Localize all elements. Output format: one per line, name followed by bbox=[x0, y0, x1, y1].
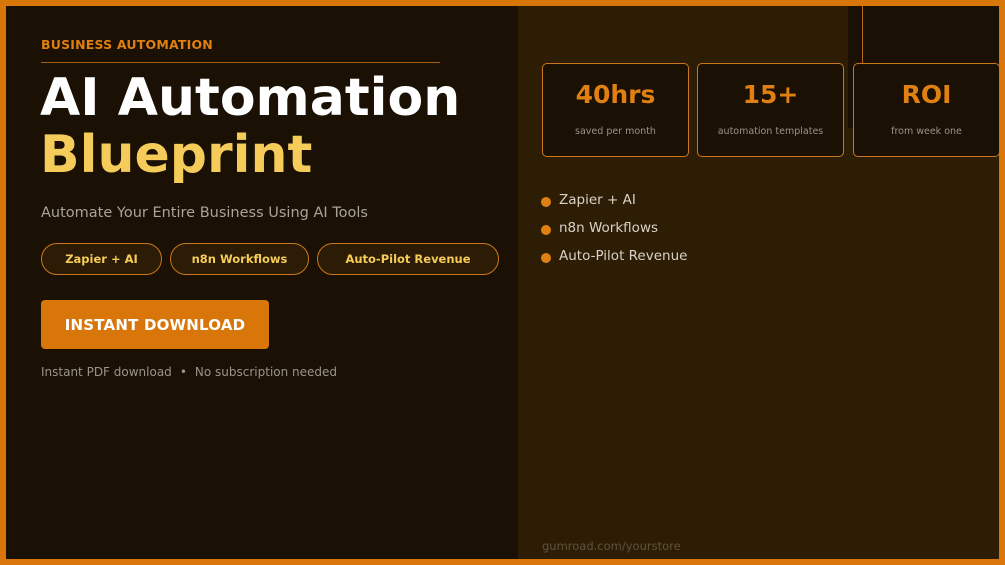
feature-item: n8n Workflows bbox=[541, 214, 687, 242]
note-separator: • bbox=[179, 365, 187, 379]
details-panel: 40hrs saved per month 15+ automation tem… bbox=[518, 6, 999, 559]
stat-label: from week one bbox=[891, 126, 962, 137]
stat-label: saved per month bbox=[575, 126, 656, 137]
stat-card-roi: ROI from week one bbox=[853, 63, 999, 157]
feature-item: Zapier + AI bbox=[541, 186, 687, 214]
feature-text: Zapier + AI bbox=[559, 192, 636, 208]
tag-pill-n8n: n8n Workflows bbox=[170, 243, 309, 275]
feature-list: Zapier + AI n8n Workflows Auto-Pilot Rev… bbox=[541, 186, 687, 270]
title-line-1: AI Automation bbox=[40, 68, 461, 128]
title-line-2: Blueprint bbox=[40, 125, 313, 185]
tag-pill-zapier: Zapier + AI bbox=[41, 243, 162, 275]
bullet-dot-icon bbox=[541, 196, 551, 207]
bullet-dot-icon bbox=[541, 224, 551, 235]
feature-text: Auto-Pilot Revenue bbox=[559, 248, 688, 264]
stat-card-hours: 40hrs saved per month bbox=[542, 63, 689, 157]
feature-item: Auto-Pilot Revenue bbox=[541, 242, 687, 270]
hero-panel: BUSINESS AUTOMATION AI Automation Bluepr… bbox=[6, 6, 518, 559]
note-pdf: Instant PDF download bbox=[41, 365, 172, 379]
decorative-box bbox=[862, 6, 999, 66]
divider bbox=[41, 62, 440, 63]
stat-value: 15+ bbox=[742, 80, 799, 109]
bullet-dot-icon bbox=[541, 252, 551, 263]
stat-value: ROI bbox=[901, 80, 952, 109]
stat-label: automation templates bbox=[717, 126, 824, 137]
store-url: gumroad.com/yourstore bbox=[542, 539, 681, 553]
note-subscription: No subscription needed bbox=[194, 365, 338, 379]
subtitle: Automate Your Entire Business Using AI T… bbox=[41, 205, 368, 221]
feature-text: n8n Workflows bbox=[559, 220, 659, 236]
product-card: BUSINESS AUTOMATION AI Automation Bluepr… bbox=[0, 0, 1005, 565]
eyebrow-label: BUSINESS AUTOMATION bbox=[41, 37, 213, 52]
stat-value: 40hrs bbox=[575, 80, 656, 109]
stat-card-templates: 15+ automation templates bbox=[697, 63, 844, 157]
instant-download-button[interactable]: INSTANT DOWNLOAD bbox=[41, 300, 269, 349]
download-note: Instant PDF download • No subscription nee… bbox=[41, 365, 337, 379]
tag-pill-autopilot: Auto-Pilot Revenue bbox=[317, 243, 499, 275]
